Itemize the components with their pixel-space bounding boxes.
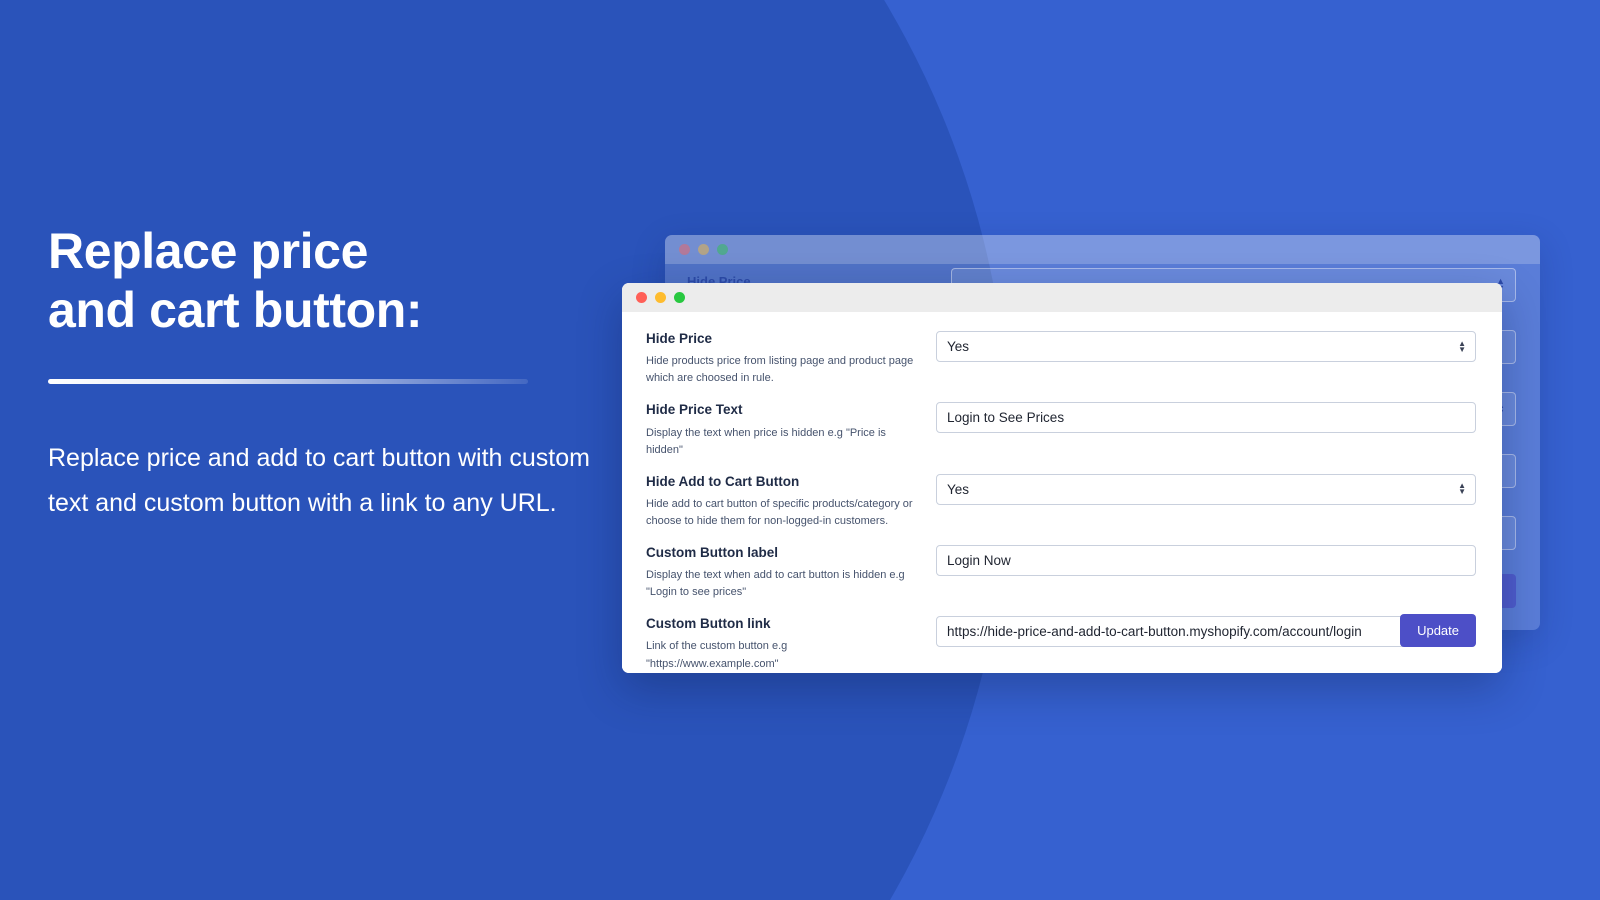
field-label-hide-price-text: Hide Price Text — [646, 402, 743, 418]
input-custom-button-link[interactable]: https://hide-price-and-add-to-cart-butto… — [936, 616, 1476, 648]
promo-banner: Replace price and cart button: Replace p… — [0, 0, 1600, 900]
form-row-hide-price-text: Hide Price Text Display the text when pr… — [646, 401, 1476, 458]
update-button[interactable]: Update — [1400, 614, 1476, 647]
field-label-custom-button-link: Custom Button link — [646, 616, 771, 632]
field-help-hide-add-to-cart: Hide add to cart button of specific prod… — [646, 497, 913, 527]
field-help-custom-button-link: Link of the custom button e.g "https://w… — [646, 640, 788, 670]
chevron-stepper-icon[interactable]: ▲ ▼ — [1458, 482, 1466, 497]
select-value-hide-price: Yes — [947, 339, 970, 354]
minimize-icon[interactable] — [655, 292, 666, 303]
maximize-icon — [717, 244, 728, 255]
close-icon — [679, 244, 690, 255]
promo-copy: Replace price and cart button: Replace p… — [48, 222, 608, 526]
form-actions: Update — [1400, 614, 1476, 647]
field-label-custom-button-label: Custom Button label — [646, 544, 778, 560]
input-value-hide-price-text: Login to See Prices — [947, 410, 1065, 426]
field-label-group: Hide Price Hide products price from list… — [646, 330, 936, 387]
chevron-down-icon: ▼ — [1458, 487, 1466, 497]
field-control-group: Yes ▲ ▼ — [936, 330, 1476, 362]
field-help-hide-price-text: Display the text when price is hidden e.… — [646, 426, 886, 456]
form-row-hide-add-to-cart: Hide Add to Cart Button Hide add to cart… — [646, 473, 1476, 530]
divider — [48, 379, 528, 384]
page-title: Replace price and cart button: — [48, 222, 608, 339]
field-control-group: https://hide-price-and-add-to-cart-butto… — [936, 615, 1476, 648]
input-value-custom-button-link: https://hide-price-and-add-to-cart-butto… — [947, 624, 1362, 640]
select-hide-price[interactable]: Yes ▲ ▼ — [936, 331, 1476, 362]
field-label-group: Custom Button label Display the text whe… — [646, 544, 936, 601]
chevron-stepper-icon[interactable]: ▲ ▼ — [1458, 339, 1466, 354]
window-titlebar — [622, 283, 1502, 312]
headline-line-1: Replace price — [48, 223, 368, 279]
field-label-group: Hide Add to Cart Button Hide add to cart… — [646, 473, 936, 530]
field-help-custom-button-label: Display the text when add to cart button… — [646, 569, 905, 599]
chevron-down-icon: ▼ — [1458, 344, 1466, 354]
select-hide-add-to-cart[interactable]: Yes ▲ ▼ — [936, 473, 1476, 505]
promo-body-text: Replace price and add to cart button wit… — [48, 444, 590, 517]
field-label-hide-price: Hide Price — [646, 331, 713, 346]
form-row-custom-button-label: Custom Button label Display the text whe… — [646, 544, 1476, 601]
maximize-icon[interactable] — [674, 292, 685, 303]
settings-form: Hide Price Hide products price from list… — [622, 312, 1502, 673]
input-custom-button-label[interactable]: Login Now — [936, 544, 1476, 576]
form-row-custom-button-link: Custom Button link Link of the custom bu… — [646, 615, 1476, 672]
field-label-group: Hide Price Text Display the text when pr… — [646, 401, 936, 458]
form-row-hide-price: Hide Price Hide products price from list… — [646, 330, 1476, 387]
field-control-group: Yes ▲ ▼ — [936, 473, 1476, 505]
input-value-custom-button-label: Login Now — [947, 552, 1011, 568]
field-control-group: Login Now — [936, 544, 1476, 576]
field-control-group: Login to See Prices — [936, 401, 1476, 434]
field-label-hide-add-to-cart: Hide Add to Cart Button — [646, 473, 800, 489]
close-icon[interactable] — [636, 292, 647, 303]
field-help-hide-price: Hide products price from listing page an… — [646, 355, 914, 385]
background-window-titlebar — [665, 235, 1540, 264]
headline-line-2: and cart button: — [48, 281, 423, 338]
input-hide-price-text[interactable]: Login to See Prices — [936, 402, 1476, 434]
settings-window: Hide Price Hide products price from list… — [622, 283, 1502, 673]
field-label-group: Custom Button link Link of the custom bu… — [646, 615, 936, 672]
select-value-hide-add-to-cart: Yes — [947, 481, 970, 497]
minimize-icon — [698, 244, 709, 255]
